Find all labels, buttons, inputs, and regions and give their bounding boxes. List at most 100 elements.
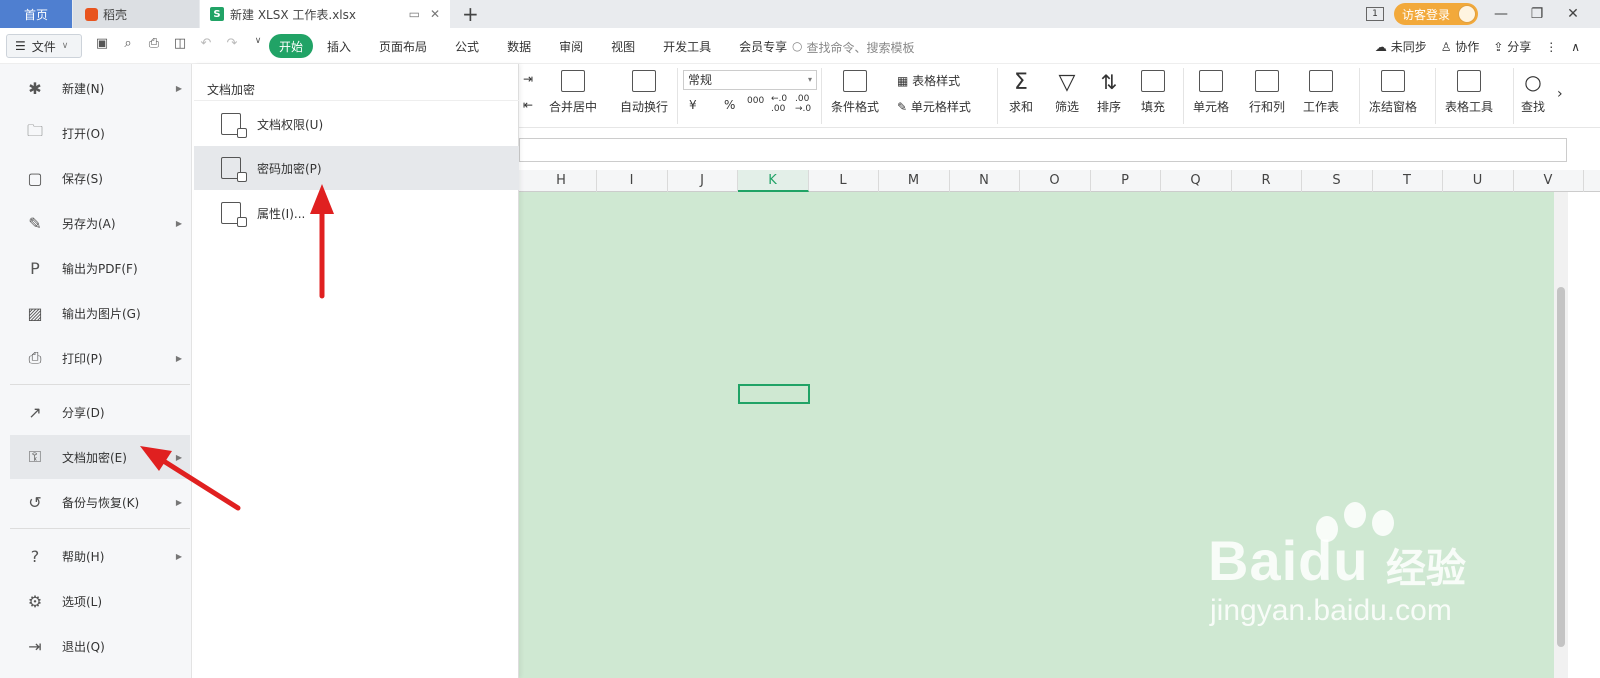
more-icon[interactable]: ⋮ [1545, 40, 1557, 54]
percent-button[interactable]: % [724, 98, 735, 112]
column-header[interactable]: O [1020, 170, 1091, 192]
ribbon-tab[interactable]: 页面布局 [365, 34, 441, 58]
toolbar-divider [997, 68, 998, 124]
column-header[interactable]: L [808, 170, 879, 192]
file-menu-item[interactable]: ⚙ 选项(L) [10, 579, 190, 623]
monitor-icon[interactable]: ▭ [409, 7, 420, 21]
worksheet-button[interactable]: 工作表 [1303, 70, 1339, 115]
file-menu-item[interactable]: ✱ 新建(N) ▶ [10, 66, 190, 110]
filter-button[interactable]: ▽ 筛选 [1055, 70, 1079, 115]
conditional-format-button[interactable]: 条件格式 [831, 70, 879, 115]
tab-document[interactable]: S 新建 XLSX 工作表.xlsx ▭ ✕ [200, 0, 450, 28]
selected-cell[interactable] [738, 384, 810, 404]
currency-button[interactable]: ¥ [689, 98, 697, 112]
collapse-ribbon-icon[interactable]: ∧ [1571, 40, 1580, 54]
file-menu-item-label: 选项(L) [62, 594, 103, 609]
file-menu-item[interactable]: ▨ 输出为图片(G) [10, 291, 190, 335]
formula-input[interactable] [519, 138, 1567, 162]
increase-decimal-button[interactable]: ←.0 .00 [771, 94, 791, 114]
column-header[interactable]: I [597, 170, 668, 192]
file-menu-item[interactable]: ▢ 保存(S) [10, 156, 190, 200]
column-header[interactable]: K [737, 170, 809, 192]
share-button[interactable]: ⇪ 分享 [1493, 38, 1531, 55]
scroll-right-icon[interactable]: › [1557, 86, 1563, 102]
table-style-button[interactable]: ▦ 表格样式 [897, 72, 960, 89]
cell-button[interactable]: 单元格 [1193, 70, 1229, 115]
ribbon-tab[interactable]: 数据 [493, 34, 545, 58]
column-header[interactable]: R [1231, 170, 1302, 192]
vertical-scrollbar[interactable] [1554, 192, 1568, 678]
undo-icon[interactable]: ↶ [198, 36, 214, 51]
file-menu-item[interactable]: ⇥ 退出(Q) [10, 624, 190, 668]
close-tab-icon[interactable]: ✕ [430, 7, 440, 21]
distribute-icon[interactable]: ⇤ [523, 98, 533, 112]
file-menu-item[interactable]: ✎ 另存为(A) ▶ [10, 201, 190, 245]
encrypt-submenu-item[interactable]: 属性(I)... [194, 191, 519, 235]
chevron-down-icon: ▾ [807, 75, 812, 84]
cell-style-button[interactable]: ✎ 单元格样式 [897, 98, 971, 115]
file-menu-item[interactable]: 🗀 打开(O) [10, 111, 190, 155]
ribbon-tab[interactable]: 插入 [313, 34, 365, 58]
file-menu-item[interactable]: ↗ 分享(D) [10, 390, 190, 434]
save-icon[interactable]: ▣ [94, 36, 110, 51]
cell-style-icon: ✎ [897, 100, 911, 114]
customize-chevron-icon[interactable]: ∨ [250, 36, 266, 51]
find-button[interactable]: ○ 查找 [1521, 70, 1545, 115]
table-tools-button[interactable]: 表格工具 [1445, 70, 1493, 115]
ribbon-tab[interactable]: 视图 [597, 34, 649, 58]
column-header[interactable]: N [949, 170, 1020, 192]
file-menu-item[interactable]: ? 帮助(H) ▶ [10, 534, 190, 578]
column-header[interactable]: V [1513, 170, 1584, 192]
file-menu-button[interactable]: ☰ 文件 ∨ [6, 34, 82, 58]
collab-button[interactable]: ♙ 协作 [1441, 38, 1480, 55]
column-header[interactable]: J [667, 170, 738, 192]
decrease-decimal-button[interactable]: .00 →.0 [795, 94, 815, 114]
tab-daoke[interactable]: 稻壳 [73, 0, 199, 28]
sort-button[interactable]: ⇅ 排序 [1097, 70, 1121, 115]
column-header[interactable]: T [1372, 170, 1443, 192]
freeze-panes-button[interactable]: 冻结窗格 [1369, 70, 1417, 115]
ribbon-tab[interactable]: 开发工具 [649, 34, 725, 58]
cell-icon [1199, 70, 1223, 92]
align-right-icon[interactable]: ⇥ [523, 72, 533, 86]
page-indicator-icon[interactable]: 1 [1365, 7, 1384, 21]
number-format-select[interactable]: 常规 ▾ [683, 70, 817, 90]
command-search[interactable]: ○ 查找命令、搜索模板 [792, 39, 915, 56]
share-icon: ⇪ [1493, 40, 1508, 54]
close-window-icon[interactable]: ✕ [1560, 6, 1586, 22]
column-header[interactable]: S [1302, 170, 1373, 192]
encrypt-submenu-item[interactable]: 密码加密(P) [194, 146, 519, 190]
print-preview-icon[interactable]: ◫ [172, 36, 188, 51]
row-col-button[interactable]: 行和列 [1249, 70, 1285, 115]
file-menu-item[interactable]: ↺ 备份与恢复(K) ▶ [10, 480, 190, 524]
minimize-icon[interactable]: — [1488, 6, 1514, 22]
column-header[interactable]: P [1090, 170, 1161, 192]
column-header[interactable]: H [526, 170, 597, 192]
guest-login-button[interactable]: 访客登录 [1393, 3, 1478, 25]
new-tab-button[interactable]: + [462, 2, 479, 26]
file-menu-item-label: 打开(O) [62, 126, 105, 141]
scrollbar-thumb[interactable] [1557, 287, 1565, 647]
ribbon-tab[interactable]: 会员专享 [725, 34, 801, 58]
fill-button[interactable]: 填充 [1141, 70, 1165, 115]
ribbon-tab[interactable]: 审阅 [545, 34, 597, 58]
file-menu-item[interactable]: ⎙ 打印(P) ▶ [10, 336, 190, 380]
print-icon[interactable]: ⎙ [146, 36, 162, 51]
sync-status[interactable]: ☁ 未同步 [1375, 38, 1427, 55]
file-menu-item[interactable]: ⚿ 文档加密(E) ▶ [10, 435, 190, 479]
redo-icon[interactable]: ↷ [224, 36, 240, 51]
ribbon-tab[interactable]: 公式 [441, 34, 493, 58]
file-menu-item[interactable]: P 输出为PDF(F) [10, 246, 190, 290]
merge-center-button[interactable]: 合并居中 [549, 70, 597, 115]
wrap-text-button[interactable]: 自动换行 [620, 70, 668, 115]
sum-button[interactable]: Σ 求和 [1009, 70, 1033, 115]
column-header[interactable]: M [879, 170, 950, 192]
format-painter-icon[interactable]: ⌕ [120, 36, 136, 51]
encrypt-submenu-item[interactable]: 文档权限(U) [194, 102, 519, 146]
restore-icon[interactable]: ❐ [1524, 6, 1550, 22]
ribbon-tab[interactable]: 开始 [269, 34, 314, 58]
thousands-button[interactable]: 000 [747, 96, 764, 106]
tab-home[interactable]: 首页 [0, 0, 72, 28]
column-header[interactable]: U [1443, 170, 1514, 192]
column-header[interactable]: Q [1161, 170, 1232, 192]
